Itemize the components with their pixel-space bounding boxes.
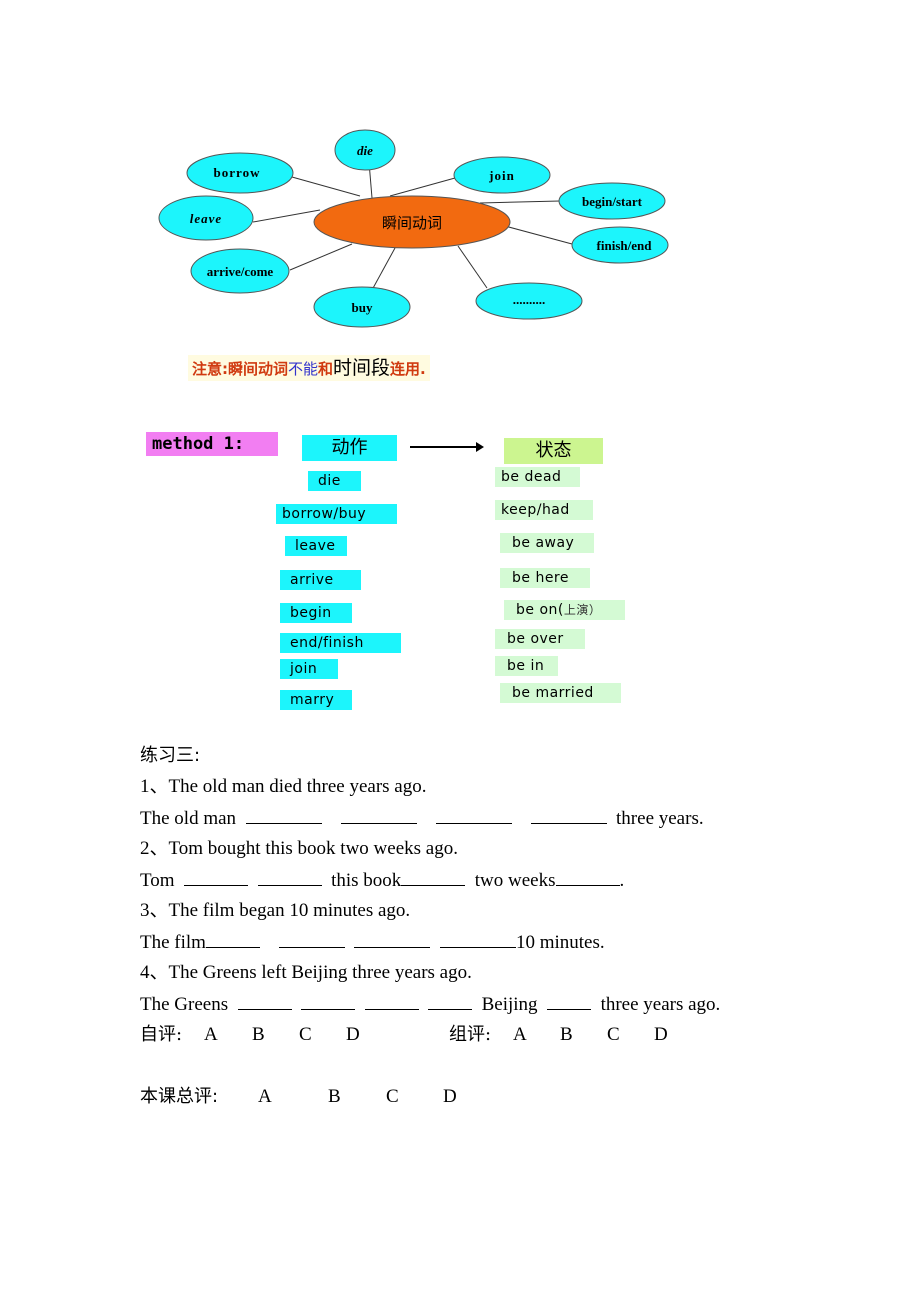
mind-map-diagram: 瞬间动词 die borrow join begin/start leave f… bbox=[158, 129, 669, 328]
exercise-title: 练习三: bbox=[140, 745, 201, 766]
exercise-question: 1、The old man died three years ago. bbox=[140, 776, 427, 797]
answer-text: Beijing bbox=[481, 994, 538, 1015]
mindmap-node-label: begin/start bbox=[582, 194, 643, 209]
grade-option[interactable]: C bbox=[607, 1023, 620, 1047]
exercise-answer-line: Tom this book two weeks. bbox=[140, 868, 624, 893]
blank-field[interactable] bbox=[184, 868, 249, 886]
exercise-question: 4、The Greens left Beijing three years ag… bbox=[140, 962, 472, 983]
action-item: die bbox=[308, 471, 361, 491]
note-text-emphasis: 不能 bbox=[288, 360, 319, 378]
state-item-note: 上演） bbox=[563, 603, 602, 617]
blank-field[interactable] bbox=[237, 992, 292, 1010]
note-banner: 注意:瞬间动词不能和时间段连用. bbox=[188, 355, 430, 381]
blank-field[interactable] bbox=[439, 930, 516, 948]
grade-option[interactable]: B bbox=[252, 1023, 265, 1047]
blank-field[interactable] bbox=[245, 806, 322, 824]
grade-option[interactable]: B bbox=[328, 1085, 341, 1109]
answer-prefix: Tom bbox=[140, 870, 175, 891]
blank-field[interactable] bbox=[435, 806, 512, 824]
grade-option[interactable]: C bbox=[386, 1085, 399, 1109]
state-item: be dead bbox=[495, 467, 580, 487]
blank-field[interactable] bbox=[340, 806, 417, 824]
group-evaluation: 组评: A B C D bbox=[449, 1023, 749, 1047]
mindmap-center-label: 瞬间动词 bbox=[382, 214, 442, 232]
self-evaluation-label: 自评: bbox=[140, 1024, 183, 1045]
arrow-right-icon bbox=[410, 442, 484, 452]
state-header: 状态 bbox=[504, 438, 603, 464]
blank-field[interactable] bbox=[278, 930, 345, 948]
answer-prefix: The old man bbox=[140, 808, 237, 829]
mindmap-node-label: die bbox=[357, 143, 373, 158]
group-evaluation-label: 组评: bbox=[449, 1024, 492, 1045]
mindmap-node-label: borrow bbox=[214, 165, 261, 180]
action-item: arrive bbox=[280, 570, 361, 590]
grade-option[interactable]: A bbox=[513, 1023, 527, 1047]
grade-option[interactable]: C bbox=[299, 1023, 312, 1047]
answer-prefix: The film bbox=[140, 932, 206, 953]
action-header: 动作 bbox=[302, 435, 397, 461]
action-item: join bbox=[280, 659, 338, 679]
overall-evaluation: 本课总评: A B C D bbox=[140, 1085, 540, 1109]
grade-option[interactable]: D bbox=[346, 1023, 360, 1047]
answer-suffix: three years. bbox=[616, 808, 704, 829]
state-item: be in bbox=[495, 656, 558, 676]
mindmap-node-label: buy bbox=[352, 300, 373, 315]
mindmap-node-label: arrive/come bbox=[207, 264, 274, 279]
mindmap-node-label: join bbox=[488, 168, 515, 183]
answer-suffix: 10 minutes. bbox=[515, 932, 605, 953]
note-text: 和 bbox=[318, 360, 334, 378]
state-item: be here bbox=[500, 568, 590, 588]
action-item: end/finish bbox=[280, 633, 401, 653]
grade-option[interactable]: A bbox=[204, 1023, 218, 1047]
mindmap-node-label: leave bbox=[190, 211, 222, 226]
answer-prefix: The Greens bbox=[140, 994, 229, 1015]
grade-option[interactable]: D bbox=[443, 1085, 457, 1109]
answer-text: this book bbox=[331, 870, 402, 891]
blank-field[interactable] bbox=[301, 992, 356, 1010]
exercise-answer-line: The film 10 minutes. bbox=[140, 930, 605, 955]
state-item-text: be on( bbox=[516, 602, 564, 618]
exercise-question: 2、Tom bought this book two weeks ago. bbox=[140, 838, 458, 859]
blank-field[interactable] bbox=[530, 806, 607, 824]
answer-suffix: three years ago. bbox=[600, 994, 721, 1015]
state-item: be on(上演） bbox=[504, 600, 625, 620]
mindmap-node-label: .......... bbox=[513, 292, 546, 307]
action-item: marry bbox=[280, 690, 352, 710]
blank-field[interactable] bbox=[555, 868, 620, 886]
blank-field[interactable] bbox=[428, 992, 473, 1010]
action-item: begin bbox=[280, 603, 352, 623]
answer-text: two weeks bbox=[474, 870, 556, 891]
state-item: be away bbox=[500, 533, 594, 553]
state-item: keep/had bbox=[495, 500, 593, 520]
note-text: 连用. bbox=[390, 360, 426, 378]
grade-option[interactable]: D bbox=[654, 1023, 668, 1047]
blank-field[interactable] bbox=[364, 992, 419, 1010]
blank-field[interactable] bbox=[205, 930, 260, 948]
action-item: borrow/buy bbox=[276, 504, 397, 524]
state-item: be married bbox=[500, 683, 621, 703]
exercise-answer-line: The old man three years. bbox=[140, 806, 704, 831]
self-evaluation: 自评: A B C D bbox=[140, 1023, 440, 1047]
grade-option[interactable]: A bbox=[258, 1085, 272, 1109]
action-item: leave bbox=[285, 536, 347, 556]
blank-field[interactable] bbox=[547, 992, 592, 1010]
exercise-question: 3、The film began 10 minutes ago. bbox=[140, 900, 411, 921]
note-text-highlight: 时间段 bbox=[333, 357, 391, 379]
state-item: be over bbox=[495, 629, 585, 649]
exercise-answer-line: The Greens Beijing three years ago. bbox=[140, 992, 720, 1017]
method-label: method 1: bbox=[146, 432, 278, 456]
grade-option[interactable]: B bbox=[560, 1023, 573, 1047]
blank-field[interactable] bbox=[401, 868, 466, 886]
note-text: 注意:瞬间动词 bbox=[192, 360, 288, 378]
overall-evaluation-label: 本课总评: bbox=[140, 1086, 219, 1107]
answer-suffix: . bbox=[619, 870, 625, 891]
blank-field[interactable] bbox=[354, 930, 431, 948]
blank-field[interactable] bbox=[257, 868, 322, 886]
mindmap-node-label: finish/end bbox=[597, 238, 653, 253]
